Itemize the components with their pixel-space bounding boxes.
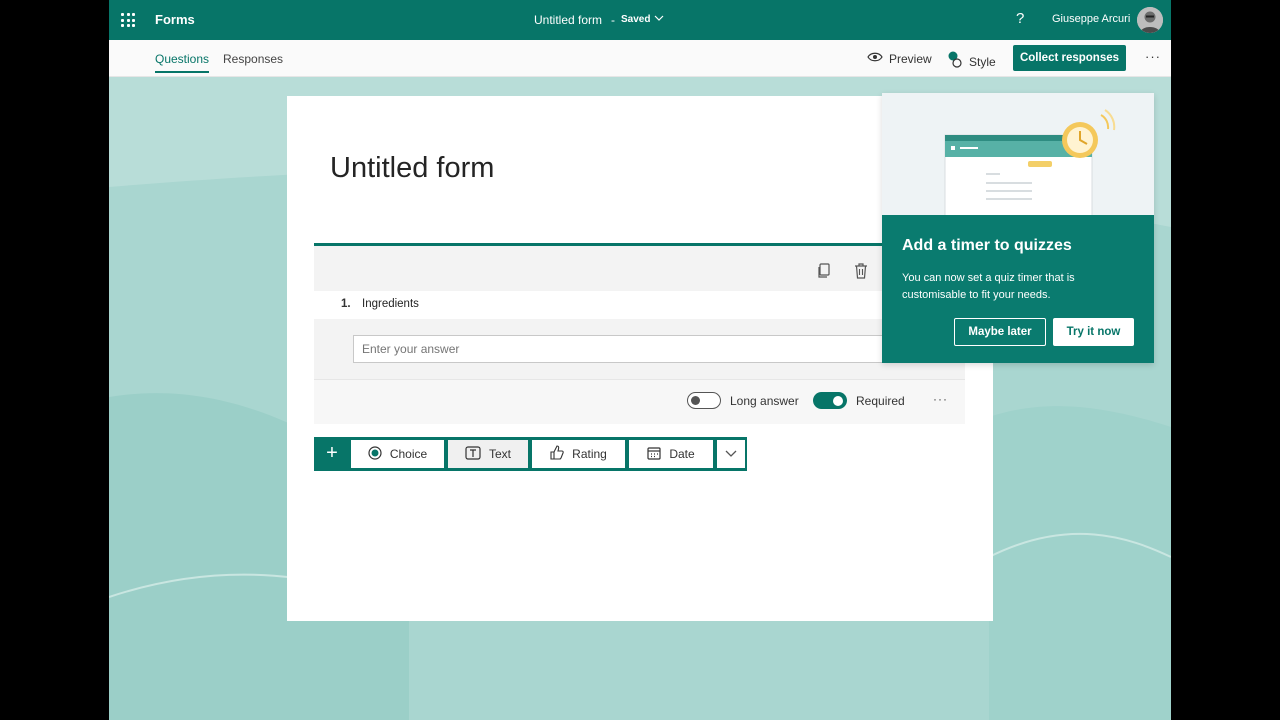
forms-app: Forms Untitled form - Saved ? Giuseppe A… <box>109 0 1171 720</box>
top-bar: Forms Untitled form - Saved ? Giuseppe A… <box>109 0 1171 40</box>
required-toggle[interactable] <box>813 392 847 409</box>
eye-icon <box>867 51 883 66</box>
help-icon[interactable]: ? <box>1016 10 1024 27</box>
save-status: Saved <box>621 14 651 25</box>
add-text-button[interactable]: Text <box>448 440 528 468</box>
timer-illustration <box>882 93 1154 215</box>
title-separator: - <box>611 13 615 27</box>
add-date-label: Date <box>669 447 695 461</box>
avatar[interactable] <box>1137 7 1163 33</box>
question-card[interactable]: 1. Ingredients Long answer Required ··· <box>314 243 965 424</box>
app-name[interactable]: Forms <box>155 12 195 27</box>
more-types-chevron-icon[interactable] <box>717 440 745 468</box>
question-title[interactable]: Ingredients <box>362 298 419 310</box>
style-button[interactable]: Style <box>947 51 996 72</box>
try-it-now-button[interactable]: Try it now <box>1053 318 1134 346</box>
chevron-down-icon[interactable] <box>654 13 664 26</box>
add-rating-label: Rating <box>572 447 607 461</box>
preview-button[interactable]: Preview <box>867 51 932 66</box>
thumb-icon <box>550 445 564 463</box>
document-title[interactable]: Untitled form <box>534 13 602 27</box>
tab-responses[interactable]: Responses <box>223 52 283 66</box>
calendar-icon <box>647 446 661 463</box>
required-label: Required <box>856 394 905 408</box>
add-rating-button[interactable]: Rating <box>532 440 625 468</box>
add-date-button[interactable]: Date <box>629 440 713 468</box>
app-launcher-icon[interactable] <box>121 13 135 27</box>
long-answer-toggle[interactable] <box>687 392 721 409</box>
copy-icon[interactable] <box>817 263 831 284</box>
active-tab-indicator <box>155 71 209 73</box>
answer-input[interactable] <box>353 335 893 363</box>
add-icon[interactable]: + <box>314 437 350 471</box>
callout-title: Add a timer to quizzes <box>902 237 1072 254</box>
preview-label: Preview <box>889 51 932 66</box>
collect-responses-button[interactable]: Collect responses <box>1013 45 1126 71</box>
maybe-later-button[interactable]: Maybe later <box>954 318 1046 346</box>
form-title[interactable]: Untitled form <box>330 152 494 185</box>
radio-icon <box>368 445 382 463</box>
style-label: Style <box>969 54 996 69</box>
text-icon <box>465 445 481 463</box>
question-more-icon[interactable]: ··· <box>933 392 948 406</box>
tab-questions[interactable]: Questions <box>155 52 209 66</box>
palette-icon <box>947 51 963 72</box>
add-question-bar: + Choice Text Rating Date <box>314 437 747 471</box>
question-settings: Long answer Required ··· <box>314 379 965 424</box>
long-answer-label: Long answer <box>730 394 799 408</box>
callout-text: You can now set a quiz timer that is cus… <box>902 272 1075 301</box>
question-header: 1. Ingredients <box>314 291 965 319</box>
trash-icon[interactable] <box>854 263 868 284</box>
callout-body: Add a timer to quizzes You can now set a… <box>882 215 1154 363</box>
feature-callout: Add a timer to quizzes You can now set a… <box>882 93 1154 363</box>
add-text-label: Text <box>488 447 511 461</box>
more-options-icon[interactable]: ··· <box>1145 49 1161 64</box>
add-choice-label: Choice <box>389 447 428 461</box>
command-bar: Questions Responses Preview Style Collec… <box>109 40 1171 77</box>
question-number: 1. <box>341 298 351 310</box>
add-choice-button[interactable]: Choice <box>351 440 444 468</box>
user-name[interactable]: Giuseppe Arcuri <box>1052 13 1130 25</box>
